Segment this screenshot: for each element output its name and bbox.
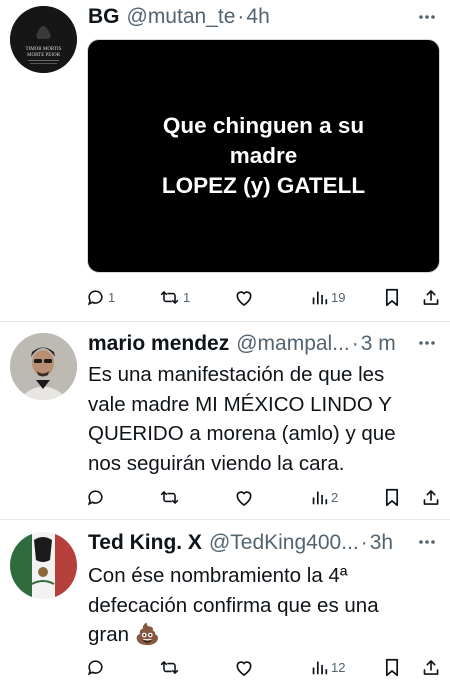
share-button[interactable] bbox=[422, 654, 440, 680]
views-count: 2 bbox=[331, 489, 339, 505]
bookmark-icon bbox=[384, 658, 400, 677]
bookmark-button[interactable] bbox=[384, 284, 400, 310]
display-name[interactable]: BG bbox=[88, 5, 120, 29]
reply-count: 1 bbox=[108, 289, 116, 305]
reply-button[interactable]: 1 bbox=[86, 284, 115, 310]
user-handle[interactable]: @mutan_te bbox=[127, 5, 236, 29]
more-dots-icon[interactable] bbox=[414, 529, 440, 555]
views-button[interactable]: 12 bbox=[311, 654, 345, 680]
separator-dot: · bbox=[237, 5, 245, 28]
reply-button[interactable] bbox=[86, 654, 108, 680]
views-button[interactable]: 19 bbox=[311, 284, 345, 310]
bookmark-icon bbox=[384, 288, 400, 307]
views-bars-icon bbox=[311, 659, 328, 676]
tweet-2[interactable]: mario mendez @mampal... · 3 m Es una man… bbox=[0, 322, 450, 518]
repost-icon bbox=[159, 488, 180, 507]
tweet-text: Es una manifestación de que les vale mad… bbox=[88, 363, 396, 475]
separator-dot: · bbox=[351, 332, 359, 355]
share-icon bbox=[422, 488, 440, 507]
tweet-header: BG @mutan_te · 4h bbox=[88, 2, 270, 32]
avatar[interactable]: TIMOR MORTIS MORTE PEIOR bbox=[10, 6, 77, 73]
svg-text:TIMOR MORTIS: TIMOR MORTIS bbox=[26, 47, 62, 52]
action-bar: 1 1 19 bbox=[82, 284, 444, 310]
reply-icon bbox=[86, 658, 105, 677]
bookmark-button[interactable] bbox=[384, 654, 400, 680]
display-name[interactable]: mario mendez bbox=[88, 332, 229, 356]
repost-icon bbox=[159, 658, 180, 677]
avatar[interactable] bbox=[10, 532, 77, 599]
user-handle[interactable]: @TedKing400... bbox=[209, 531, 359, 555]
repost-button[interactable] bbox=[159, 654, 183, 680]
tweet-1[interactable]: TIMOR MORTIS MORTE PEIOR BG @mutan_te · … bbox=[0, 0, 450, 320]
like-button[interactable] bbox=[234, 654, 257, 680]
media-image[interactable]: Que chinguen a su madre LOPEZ (y) GATELL bbox=[87, 39, 440, 273]
separator-dot: · bbox=[360, 531, 368, 554]
repost-button[interactable] bbox=[159, 484, 183, 510]
more-dots-icon[interactable] bbox=[414, 4, 440, 30]
share-button[interactable] bbox=[422, 284, 440, 310]
repost-icon bbox=[159, 288, 180, 307]
timestamp[interactable]: 4h bbox=[246, 5, 269, 29]
avatar-image bbox=[10, 532, 77, 599]
share-icon bbox=[422, 288, 440, 307]
views-count: 19 bbox=[331, 289, 346, 305]
like-button[interactable] bbox=[234, 284, 257, 310]
action-bar: 12 bbox=[82, 654, 444, 680]
action-bar: 2 bbox=[82, 484, 444, 510]
svg-text:MORTE PEIOR: MORTE PEIOR bbox=[27, 53, 61, 58]
media-caption: Que chinguen a su madre LOPEZ (y) GATELL bbox=[161, 113, 366, 198]
reply-icon bbox=[86, 488, 105, 507]
like-button[interactable] bbox=[234, 484, 257, 510]
avatar-image: TIMOR MORTIS MORTE PEIOR bbox=[10, 6, 77, 73]
more-dots-icon[interactable] bbox=[414, 330, 440, 356]
timestamp[interactable]: 3 m bbox=[361, 332, 396, 356]
views-bars-icon bbox=[311, 489, 328, 506]
heart-icon bbox=[234, 288, 254, 307]
repost-button[interactable]: 1 bbox=[159, 284, 190, 310]
repost-count: 1 bbox=[183, 289, 191, 305]
tweet-text: Con ése nombramiento la 4ª defecación co… bbox=[88, 564, 379, 646]
share-button[interactable] bbox=[422, 484, 440, 510]
timestamp[interactable]: 3h bbox=[370, 531, 393, 555]
avatar-image bbox=[10, 333, 77, 400]
bookmark-button[interactable] bbox=[384, 484, 400, 510]
tweet-header: Ted King. X @TedKing400... · 3h bbox=[88, 528, 393, 558]
share-icon bbox=[422, 658, 440, 677]
heart-icon bbox=[234, 488, 254, 507]
views-count: 12 bbox=[331, 659, 346, 675]
bookmark-icon bbox=[384, 488, 400, 507]
reply-icon bbox=[86, 288, 105, 307]
tweet-header: mario mendez @mampal... · 3 m bbox=[88, 329, 396, 359]
user-handle[interactable]: @mampal... bbox=[236, 332, 350, 356]
tweet-3[interactable]: Ted King. X @TedKing400... · 3h Con ése … bbox=[0, 520, 450, 680]
views-button[interactable]: 2 bbox=[311, 484, 338, 510]
display-name[interactable]: Ted King. X bbox=[88, 531, 202, 555]
views-bars-icon bbox=[311, 289, 328, 306]
avatar[interactable] bbox=[10, 333, 77, 400]
reply-button[interactable] bbox=[86, 484, 108, 510]
heart-icon bbox=[234, 658, 254, 677]
